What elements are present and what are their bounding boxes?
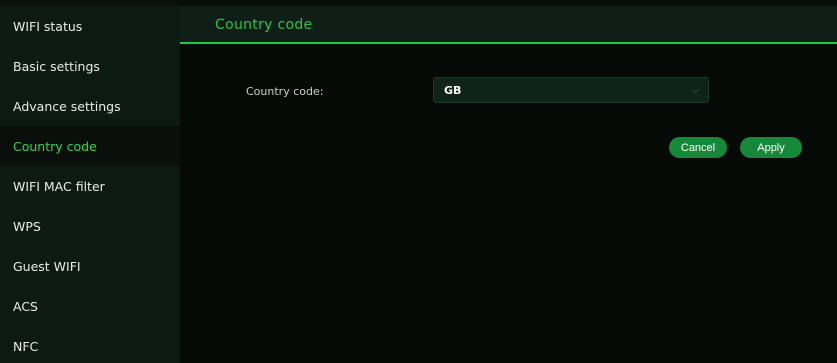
sidebar-item-label: WIFI MAC filter xyxy=(13,178,105,194)
sidebar-item-acs[interactable]: ACS xyxy=(0,286,180,326)
country-code-label: Country code: xyxy=(246,85,324,98)
sidebar-item-label: ACS xyxy=(13,298,38,314)
sidebar-item-wifi-status[interactable]: WIFI status xyxy=(0,6,180,46)
sidebar-item-country-code[interactable]: Country code xyxy=(0,126,180,166)
sidebar-item-wifi-mac-filter[interactable]: WIFI MAC filter xyxy=(0,166,180,206)
sidebar: WIFI status Basic settings Advance setti… xyxy=(0,6,180,363)
sidebar-item-guest-wifi[interactable]: Guest WIFI xyxy=(0,246,180,286)
sidebar-item-label: WIFI status xyxy=(13,18,83,34)
sidebar-item-label: Guest WIFI xyxy=(13,258,81,274)
sidebar-item-basic-settings[interactable]: Basic settings xyxy=(0,46,180,86)
cancel-button[interactable]: Cancel xyxy=(669,137,727,158)
app-window: WIFI status Basic settings Advance setti… xyxy=(0,0,837,363)
country-code-value: GB xyxy=(444,83,462,97)
sidebar-item-nfc[interactable]: NFC xyxy=(0,326,180,363)
sidebar-item-label: NFC xyxy=(13,338,39,354)
panel-header: Country code xyxy=(180,6,837,44)
apply-button[interactable]: Apply xyxy=(740,137,802,158)
page-title: Country code xyxy=(215,17,313,33)
sidebar-item-label: Advance settings xyxy=(13,98,121,114)
sidebar-item-label: Country code xyxy=(13,138,97,154)
country-code-select[interactable]: GB xyxy=(433,77,709,103)
sidebar-item-label: Basic settings xyxy=(13,58,100,74)
sidebar-item-label: WPS xyxy=(13,218,41,234)
sidebar-item-wps[interactable]: WPS xyxy=(0,206,180,246)
sidebar-item-advance-settings[interactable]: Advance settings xyxy=(0,86,180,126)
main-panel: Country code Country code: GB Cancel App… xyxy=(180,6,837,363)
chevron-down-icon xyxy=(691,85,700,94)
